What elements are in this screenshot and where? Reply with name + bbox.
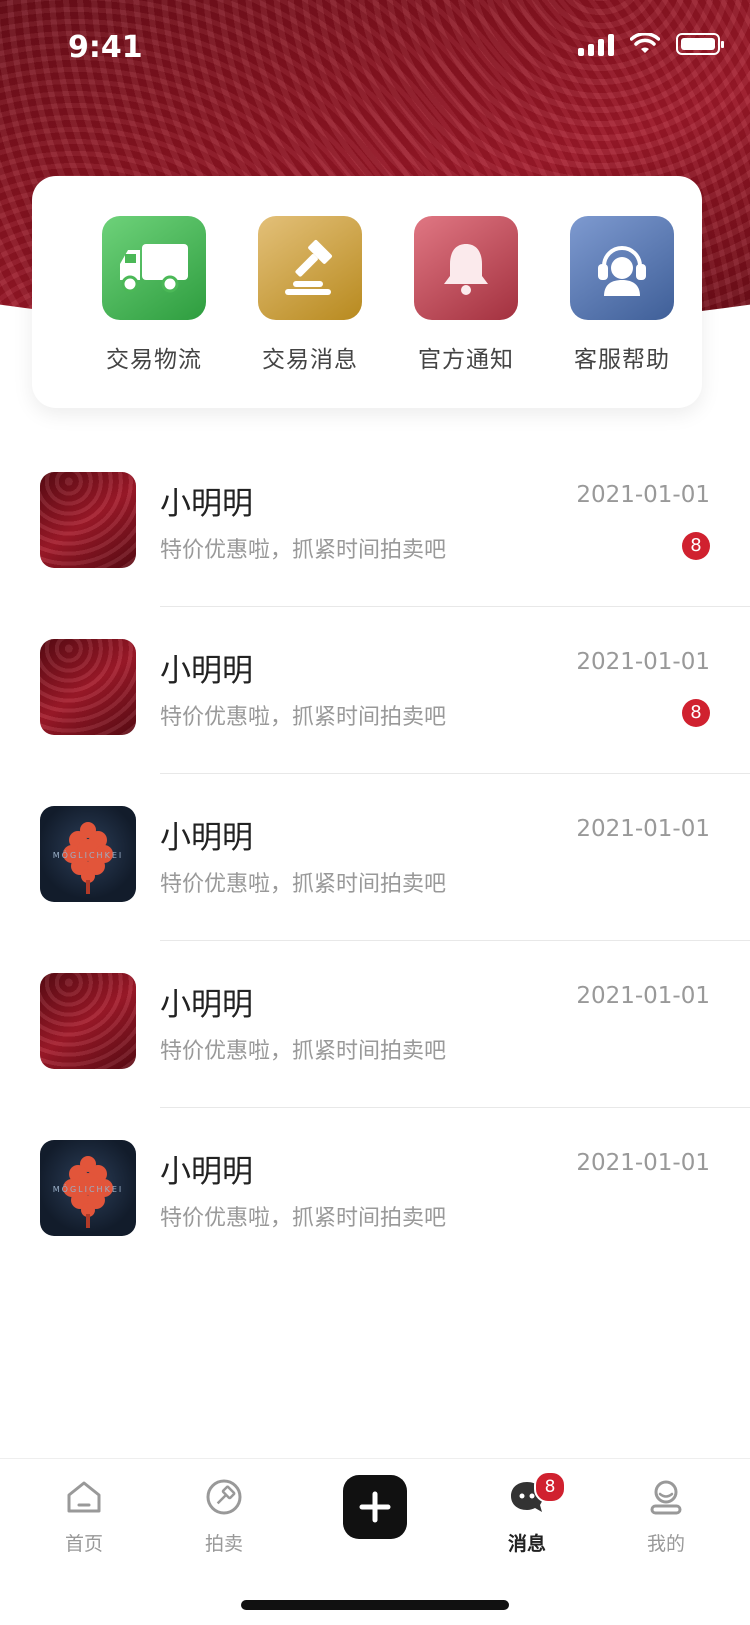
status-bar: 9:41 xyxy=(0,0,750,96)
message-preview: 特价优惠啦，抓紧时间拍卖吧 xyxy=(160,538,447,563)
contact-name: 小明明 xyxy=(160,820,253,856)
list-item[interactable]: MÖGLICHKEI 小明明 2021-01-01 特价优惠啦，抓紧时间拍卖吧 xyxy=(0,774,750,941)
quick-action-label: 交易消息 xyxy=(262,347,358,373)
quick-action-official-notice[interactable]: 官方通知 xyxy=(396,216,536,374)
tab-home[interactable]: 首页 xyxy=(29,1477,139,1556)
tab-badge: 8 xyxy=(534,1471,566,1503)
contact-name: 小明明 xyxy=(160,987,253,1023)
list-item[interactable]: MÖGLICHKEI 小明明 2021-01-01 特价优惠啦，抓紧时间拍卖吧 xyxy=(0,1108,750,1275)
add-button[interactable] xyxy=(343,1475,407,1539)
message-preview: 特价优惠啦，抓紧时间拍卖吧 xyxy=(160,872,447,897)
list-item[interactable]: 小明明 2021-01-01 特价优惠啦，抓紧时间拍卖吧 8 xyxy=(0,440,750,607)
avatar-watermark: MÖGLICHKEI xyxy=(53,850,123,860)
message-date: 2021-01-01 xyxy=(576,482,710,508)
battery-icon xyxy=(676,33,724,55)
list-item[interactable]: 小明明 2021-01-01 特价优惠啦，抓紧时间拍卖吧 8 xyxy=(0,607,750,774)
quick-action-label: 客服帮助 xyxy=(574,347,670,373)
wifi-icon xyxy=(630,33,660,53)
message-preview: 特价优惠啦，抓紧时间拍卖吧 xyxy=(160,1206,447,1231)
tab-auction[interactable]: 拍卖 xyxy=(169,1477,279,1556)
auction-icon xyxy=(169,1477,279,1517)
message-preview: 特价优惠啦，抓紧时间拍卖吧 xyxy=(160,705,447,730)
quick-action-customer-service[interactable]: 客服帮助 xyxy=(552,216,692,374)
avatar xyxy=(40,472,136,568)
contact-name: 小明明 xyxy=(160,486,253,522)
message-date: 2021-01-01 xyxy=(576,1150,710,1176)
gavel-icon xyxy=(258,216,362,320)
list-item[interactable]: 小明明 2021-01-01 特价优惠啦，抓紧时间拍卖吧 xyxy=(0,941,750,1108)
headset-icon xyxy=(570,216,674,320)
quick-action-label: 交易物流 xyxy=(106,347,202,373)
chat-icon: 8 xyxy=(472,1471,582,1517)
tab-label: 消息 xyxy=(507,1533,546,1555)
signal-icon xyxy=(578,32,614,56)
avatar: MÖGLICHKEI xyxy=(40,806,136,902)
quick-action-logistics[interactable]: 交易物流 xyxy=(84,216,224,374)
message-date: 2021-01-01 xyxy=(576,816,710,842)
contact-name: 小明明 xyxy=(160,653,253,689)
tab-messages[interactable]: 8 消息 xyxy=(472,1471,582,1556)
profile-icon xyxy=(611,1477,721,1517)
home-indicator xyxy=(241,1600,509,1610)
avatar xyxy=(40,973,136,1069)
quick-action-trade-messages[interactable]: 交易消息 xyxy=(240,216,380,374)
avatar xyxy=(40,639,136,735)
avatar: MÖGLICHKEI xyxy=(40,1140,136,1236)
status-time: 9:41 xyxy=(68,30,143,65)
tab-label: 我的 xyxy=(646,1533,685,1555)
plus-icon xyxy=(359,1491,391,1523)
truck-icon xyxy=(102,216,206,320)
message-date: 2021-01-01 xyxy=(576,649,710,675)
message-preview: 特价优惠啦，抓紧时间拍卖吧 xyxy=(160,1039,447,1064)
tab-mine[interactable]: 我的 xyxy=(611,1477,721,1556)
unread-badge: 8 xyxy=(682,532,710,560)
message-list: 小明明 2021-01-01 特价优惠啦，抓紧时间拍卖吧 8 小明明 2021-… xyxy=(0,440,750,1275)
bell-icon xyxy=(414,216,518,320)
tab-label: 首页 xyxy=(64,1533,103,1555)
message-date: 2021-01-01 xyxy=(576,983,710,1009)
quick-action-label: 官方通知 xyxy=(418,347,514,373)
unread-badge: 8 xyxy=(682,699,710,727)
contact-name: 小明明 xyxy=(160,1154,253,1190)
quick-actions-card: 交易物流 交易消息 官方通知 客服帮助 xyxy=(32,176,702,408)
avatar-watermark: MÖGLICHKEI xyxy=(53,1184,123,1194)
tab-label: 拍卖 xyxy=(204,1533,243,1555)
status-icons xyxy=(578,32,724,56)
home-icon xyxy=(29,1477,139,1517)
